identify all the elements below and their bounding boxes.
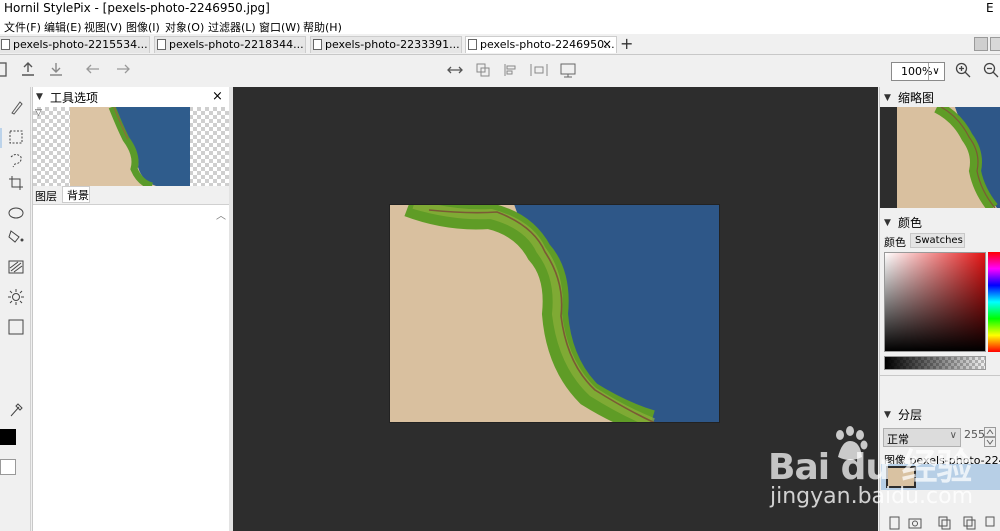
new-tab-button[interactable]: + bbox=[620, 34, 633, 53]
secondary-color-swatch[interactable] bbox=[0, 459, 16, 475]
tab-label: pexels-photo-2233391... bbox=[325, 38, 460, 51]
tab-color[interactable]: 颜色 bbox=[884, 234, 906, 250]
new-doc-icon[interactable] bbox=[0, 62, 10, 78]
merge-layer-icon[interactable] bbox=[985, 516, 999, 530]
rect-select-icon[interactable] bbox=[8, 129, 24, 145]
document-icon bbox=[157, 39, 166, 50]
document-icon bbox=[468, 39, 477, 50]
document-icon bbox=[1, 39, 10, 50]
menu-image[interactable]: 图像(I) bbox=[126, 19, 160, 35]
canvas-size-icon[interactable] bbox=[559, 62, 577, 78]
download-icon[interactable] bbox=[48, 61, 64, 77]
tab-label: pexels-photo-2215534... bbox=[13, 38, 148, 51]
opacity-stepper[interactable] bbox=[984, 427, 996, 447]
menu-bar: 文件(F) 编辑(E) 视图(V) 图像(I) 对象(O) 过滤器(L) 窗口(… bbox=[0, 17, 1000, 34]
tab-document-3[interactable]: pexels-photo-2233391... bbox=[310, 36, 462, 53]
chevron-down-icon[interactable]: ▼ bbox=[884, 410, 891, 420]
distribute-icon[interactable] bbox=[530, 63, 548, 77]
menu-file[interactable]: 文件(F) bbox=[4, 19, 41, 35]
menu-edit[interactable]: 编辑(E) bbox=[44, 19, 82, 35]
rectangle-icon[interactable] bbox=[8, 319, 24, 335]
upload-icon[interactable] bbox=[20, 61, 36, 77]
crop-icon[interactable] bbox=[476, 63, 490, 77]
menu-help[interactable]: 帮助(H) bbox=[303, 19, 342, 35]
watermark-url: jingyan.baidu.com bbox=[770, 484, 974, 509]
brush-icon[interactable] bbox=[9, 99, 23, 115]
shape-icon[interactable] bbox=[7, 205, 25, 221]
brightness-icon[interactable] bbox=[8, 289, 24, 305]
menu-window[interactable]: 窗口(W) bbox=[259, 19, 300, 35]
gradient-icon[interactable] bbox=[8, 259, 24, 275]
panel-title: 工具选项 bbox=[50, 91, 99, 105]
crop-tool-icon[interactable] bbox=[8, 175, 24, 191]
bucket-icon[interactable] bbox=[7, 228, 25, 244]
tab-document-1[interactable]: pexels-photo-2215534... bbox=[0, 36, 150, 53]
layer-preview-image bbox=[70, 107, 190, 186]
window-control[interactable]: E bbox=[986, 1, 994, 15]
layer-buttons bbox=[881, 514, 1000, 531]
tab-label: pexels-photo-2246950... bbox=[480, 38, 615, 51]
zoom-select[interactable]: 100% ∨ bbox=[891, 62, 945, 81]
window-title: Hornil StylePix - [pexels-photo-2246950.… bbox=[4, 1, 270, 15]
panel-toggle-button[interactable] bbox=[974, 37, 988, 51]
tool-active-indicator bbox=[0, 128, 2, 148]
tab-document-4[interactable]: pexels-photo-2246950... × bbox=[465, 36, 617, 53]
flip-horizontal-icon[interactable] bbox=[447, 64, 463, 76]
canvas-image[interactable] bbox=[389, 204, 720, 423]
chevron-down-icon[interactable]: ∨ bbox=[928, 63, 943, 80]
eyedropper-icon[interactable] bbox=[8, 402, 24, 418]
menu-view[interactable]: 视图(V) bbox=[84, 19, 122, 35]
menu-object[interactable]: 对象(O) bbox=[165, 19, 204, 35]
main-toolbar bbox=[0, 55, 1000, 87]
tab-layer[interactable]: 图层 bbox=[35, 188, 57, 204]
tab-label: pexels-photo-2218344... bbox=[169, 38, 304, 51]
navigator-title: 缩略图 bbox=[898, 91, 935, 105]
redo-icon[interactable] bbox=[116, 63, 130, 75]
navigator-image bbox=[897, 107, 1000, 208]
chevron-down-icon[interactable]: ▽ bbox=[35, 108, 42, 118]
alpha-slider[interactable] bbox=[884, 356, 986, 370]
tab-document-2[interactable]: pexels-photo-2218344... bbox=[154, 36, 306, 53]
tool-strip bbox=[0, 87, 31, 531]
close-icon[interactable]: × bbox=[212, 89, 223, 104]
tab-close-icon[interactable]: × bbox=[602, 37, 612, 51]
menu-filter[interactable]: 过滤器(L) bbox=[208, 19, 256, 35]
copy-layer-icon[interactable] bbox=[963, 516, 977, 530]
duplicate-layer-icon[interactable] bbox=[938, 516, 952, 530]
scroll-up-icon[interactable]: ︿ bbox=[216, 207, 226, 222]
layers-panel-title: 分层 bbox=[898, 408, 923, 422]
chevron-down-icon[interactable]: ▼ bbox=[36, 92, 43, 102]
camera-icon[interactable] bbox=[908, 516, 922, 530]
tab-swatches[interactable]: Swatches bbox=[910, 233, 965, 248]
color-picker-field[interactable] bbox=[884, 252, 986, 352]
chevron-down-icon[interactable]: ▼ bbox=[884, 93, 891, 103]
title-bar: Hornil StylePix - [pexels-photo-2246950.… bbox=[0, 0, 1000, 17]
zoom-out-icon[interactable] bbox=[983, 62, 999, 78]
panel-toggle-button[interactable] bbox=[990, 37, 1000, 51]
undo-icon[interactable] bbox=[86, 63, 100, 75]
layers-header bbox=[880, 375, 1000, 401]
hue-slider[interactable] bbox=[988, 252, 1000, 352]
zoom-in-icon[interactable] bbox=[955, 62, 971, 78]
align-icon[interactable] bbox=[504, 63, 518, 77]
new-layer-icon[interactable] bbox=[889, 516, 901, 530]
color-panel-title: 颜色 bbox=[898, 216, 923, 230]
lasso-icon[interactable] bbox=[8, 152, 24, 168]
primary-color-swatch[interactable] bbox=[0, 429, 16, 445]
watermark-logo: Bai du 经验 bbox=[768, 447, 973, 488]
document-icon bbox=[313, 39, 322, 50]
chevron-down-icon[interactable]: ▼ bbox=[884, 218, 891, 228]
tab-background[interactable]: 背景 bbox=[62, 186, 90, 203]
